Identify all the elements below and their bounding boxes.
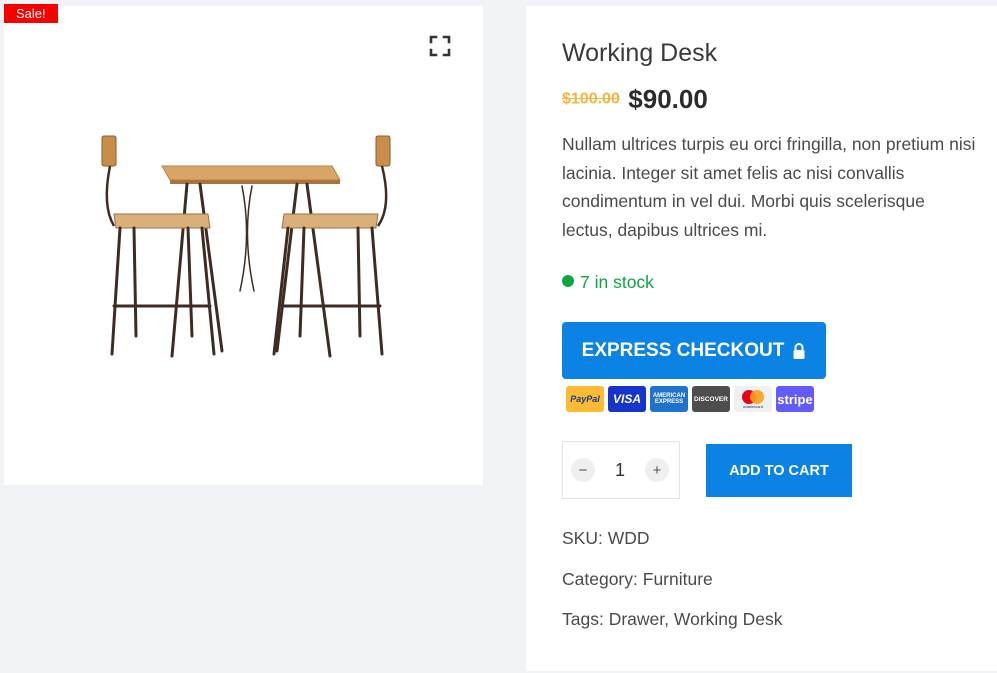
- stock-label: 7 in stock: [580, 272, 654, 292]
- amex-icon: AMERICAN EXPRESS: [650, 386, 688, 412]
- quantity-input[interactable]: [603, 458, 637, 482]
- price-row: $100.00 $90.00: [562, 84, 708, 115]
- sku-line: SKU: WDD: [562, 528, 650, 549]
- product-description: Nullam ultrices turpis eu orci fringilla…: [562, 134, 976, 240]
- mastercard-icon: mastercard: [734, 386, 772, 412]
- current-price: $90.00: [628, 84, 708, 114]
- discover-icon: DISCOVER: [692, 386, 730, 412]
- category-label: Category:: [562, 569, 638, 589]
- mastercard-label: mastercard: [742, 404, 763, 409]
- tags-line: Tags: Drawer, Working Desk: [562, 609, 783, 629]
- quantity-stepper: − +: [562, 441, 680, 499]
- category-link-furniture[interactable]: Furniture: [643, 569, 713, 589]
- product-image[interactable]: [92, 126, 394, 366]
- sku-value: WDD: [607, 528, 650, 548]
- decrease-quantity-button[interactable]: −: [571, 458, 595, 482]
- product-gallery: Sale!: [4, 4, 483, 485]
- increase-quantity-button[interactable]: +: [645, 458, 669, 482]
- product-summary: Working Desk $100.00 $90.00 Nullam ultri…: [526, 6, 997, 671]
- category-line: Category: Furniture: [562, 569, 713, 590]
- tag-link-working-desk[interactable]: Working Desk: [674, 609, 783, 629]
- in-stock-dot-icon: [562, 275, 574, 287]
- stripe-icon: stripe: [776, 386, 814, 412]
- sale-badge: Sale!: [4, 4, 58, 23]
- old-price: $100.00: [562, 90, 620, 108]
- product-title: Working Desk: [562, 39, 718, 67]
- add-to-cart-button[interactable]: ADD TO CART: [706, 444, 852, 497]
- paypal-icon: PayPal: [566, 386, 604, 412]
- sku-label: SKU:: [562, 528, 603, 548]
- fullscreen-icon[interactable]: [428, 34, 452, 58]
- express-checkout-label: EXPRESS CHECKOUT: [581, 339, 785, 361]
- payment-methods: PayPal VISA AMERICAN EXPRESS DISCOVER ma…: [566, 386, 814, 412]
- lock-icon: [793, 342, 805, 359]
- express-checkout-button[interactable]: EXPRESS CHECKOUT: [562, 322, 826, 379]
- tags-label: Tags:: [562, 609, 604, 629]
- tag-link-drawer[interactable]: Drawer: [609, 609, 664, 629]
- stock-status: 7 in stock: [562, 272, 654, 293]
- visa-icon: VISA: [608, 386, 646, 412]
